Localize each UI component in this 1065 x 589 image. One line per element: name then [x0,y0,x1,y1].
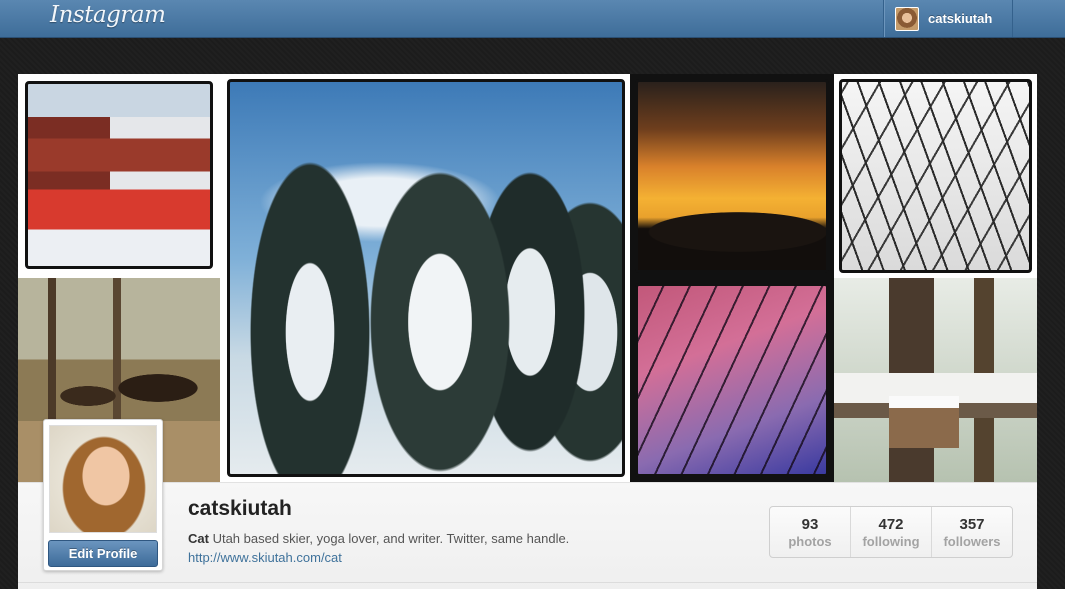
stat-photos[interactable]: 93 photos [770,507,851,557]
stat-followers[interactable]: 357 followers [932,507,1012,557]
photo-birdhouse[interactable] [834,278,1037,482]
user-menu-username[interactable]: catskiutah [928,11,992,26]
stat-following[interactable]: 472 following [851,507,932,557]
profile-website-link[interactable]: http://www.skiutah.com/cat [188,550,342,565]
stat-followers-label: followers [943,534,1001,549]
top-navigation-bar: Instagram catskiutah [0,0,1065,38]
stat-following-label: following [862,534,920,549]
stat-following-count: 472 [878,516,904,533]
user-avatar[interactable] [895,6,919,31]
photo-ski-lodge[interactable] [20,76,218,274]
user-menu[interactable]: catskiutah [883,0,1013,37]
profile-avatar[interactable] [49,425,157,533]
photo-sunset[interactable] [630,74,834,278]
profile-username: catskiutah [188,497,292,520]
instagram-logo[interactable]: Instagram [50,2,166,28]
profile-avatar-card: Edit Profile [43,419,163,571]
photo-snowy-trees[interactable] [222,74,630,482]
photo-pink-sky[interactable] [630,278,834,482]
photo-mosaic [18,74,1037,482]
profile-bio: Cat Utah based skier, yoga lover, and wr… [188,531,569,546]
edit-profile-button[interactable]: Edit Profile [48,540,158,567]
stat-photos-count: 93 [801,516,819,533]
photo-snowy-branches[interactable] [834,74,1037,278]
stat-followers-count: 357 [959,516,985,533]
profile-stats: 93 photos 472 following 357 followers [769,506,1013,558]
stat-photos-label: photos [788,534,832,549]
bio-text: Utah based skier, yoga lover, and writer… [208,531,570,546]
bio-name: Cat [188,531,209,546]
